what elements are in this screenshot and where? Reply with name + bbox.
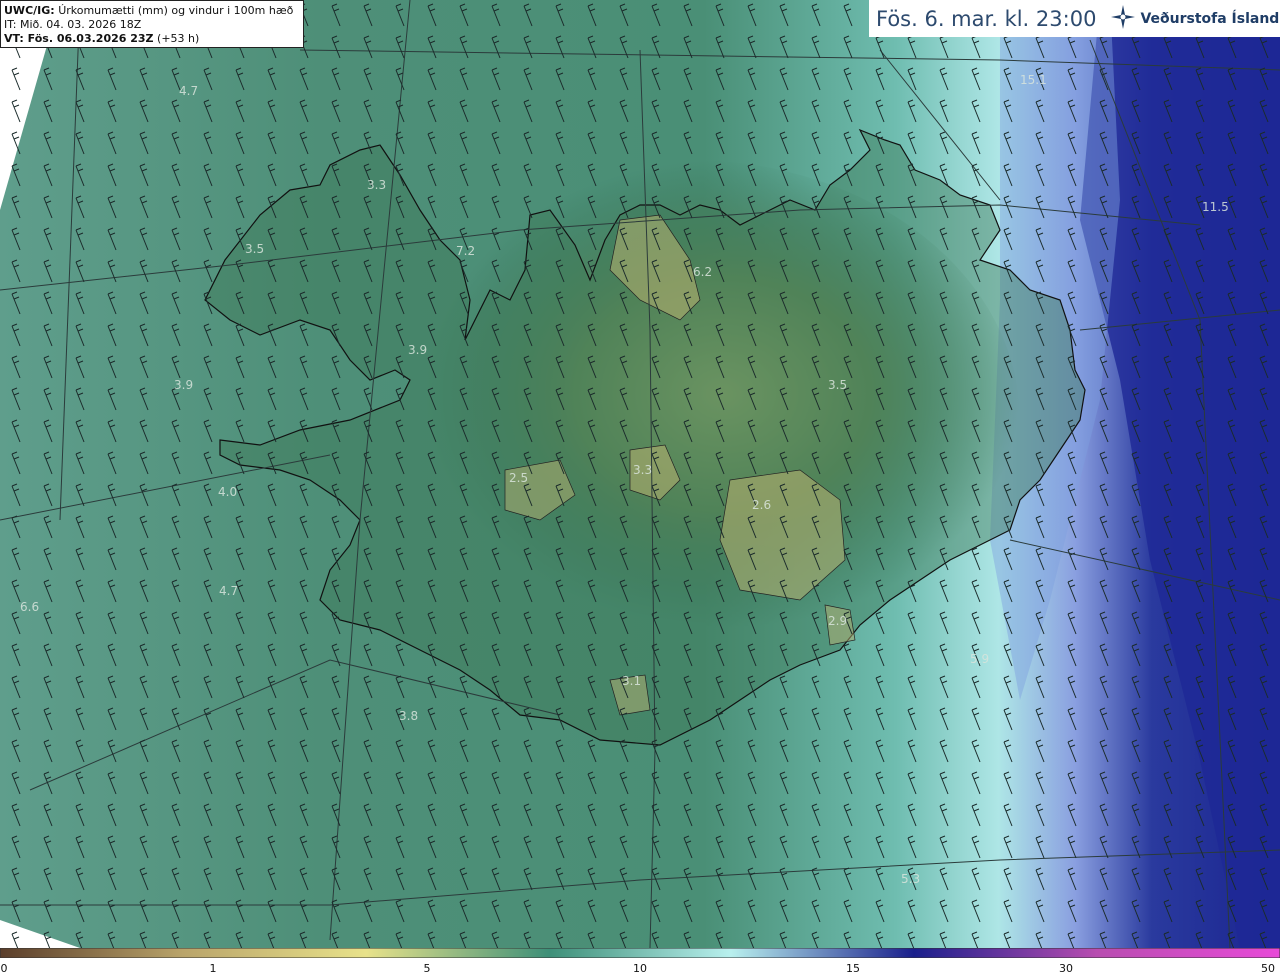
value-label: 5.9 [970,652,989,666]
weather-map: 4.7 15.1 3.3 3.5 7.2 6.2 11.5 3.9 3.9 3.… [0,0,1280,948]
value-label: 2.9 [828,614,847,628]
colorbar-tick: 1 [209,962,217,975]
value-label: 3.8 [399,709,418,723]
value-label: 7.2 [456,244,475,258]
initial-time: IT: Mið. 04. 03. 2026 18Z [4,18,142,31]
value-label: 3.9 [408,343,427,357]
value-label: 4.7 [219,584,238,598]
value-label: 3.3 [367,178,386,192]
colorbar [0,948,1280,958]
product-code: UWC/IG: [4,4,55,17]
product-description: Úrkomumætti (mm) og vindur i 100m hæð [58,4,294,17]
value-label: 3.9 [174,378,193,392]
value-label: 3.5 [828,378,847,392]
value-label: 3.3 [633,463,652,477]
colorbar-tick: 0 [0,962,8,975]
value-label: 3.1 [622,674,641,688]
valid-time-title: Fös. 6. mar. kl. 23:00 [876,6,1097,31]
map-header: Fös. 6. mar. kl. 23:00 Veðurstofa Ísland… [869,0,1280,37]
value-label: 6.2 [693,265,712,279]
value-label: 4.7 [179,84,198,98]
colorbar-tick: 15 [846,962,860,975]
colorbar-tick: 50 [1261,962,1275,975]
vedurstofa-logo: Veðurstofa Íslands [1110,4,1280,34]
value-label: 6.6 [20,600,39,614]
valid-time-line: VT: Fös. 06.03.2026 23Z (+53 h) [4,32,300,46]
logo-text: Veðurstofa Íslands [1140,10,1280,27]
value-label: 11.5 [1202,200,1229,214]
map-canvas: 4.7 15.1 3.3 3.5 7.2 6.2 11.5 3.9 3.9 3.… [0,0,1280,948]
value-label: 2.5 [509,471,528,485]
value-label: 3.5 [245,242,264,256]
forecast-info-box: UWC/IG: Úrkomumætti (mm) og vindur i 100… [0,0,304,48]
forecast-offset: (+53 h) [157,32,200,45]
value-label: 2.6 [752,498,771,512]
value-label: 5.3 [901,872,920,886]
product-line: UWC/IG: Úrkomumætti (mm) og vindur i 100… [4,4,300,18]
valid-time: VT: Fös. 06.03.2026 23Z [4,32,154,45]
value-label: 4.0 [218,485,237,499]
colorbar-tick: 30 [1059,962,1073,975]
colorbar-labels: 0 1 5 10 15 30 50 [0,959,1280,978]
colorbar-tick: 5 [423,962,431,975]
colorbar-tick: 10 [633,962,647,975]
compass-star-icon [1110,4,1136,34]
value-label: 15.1 [1020,73,1047,87]
